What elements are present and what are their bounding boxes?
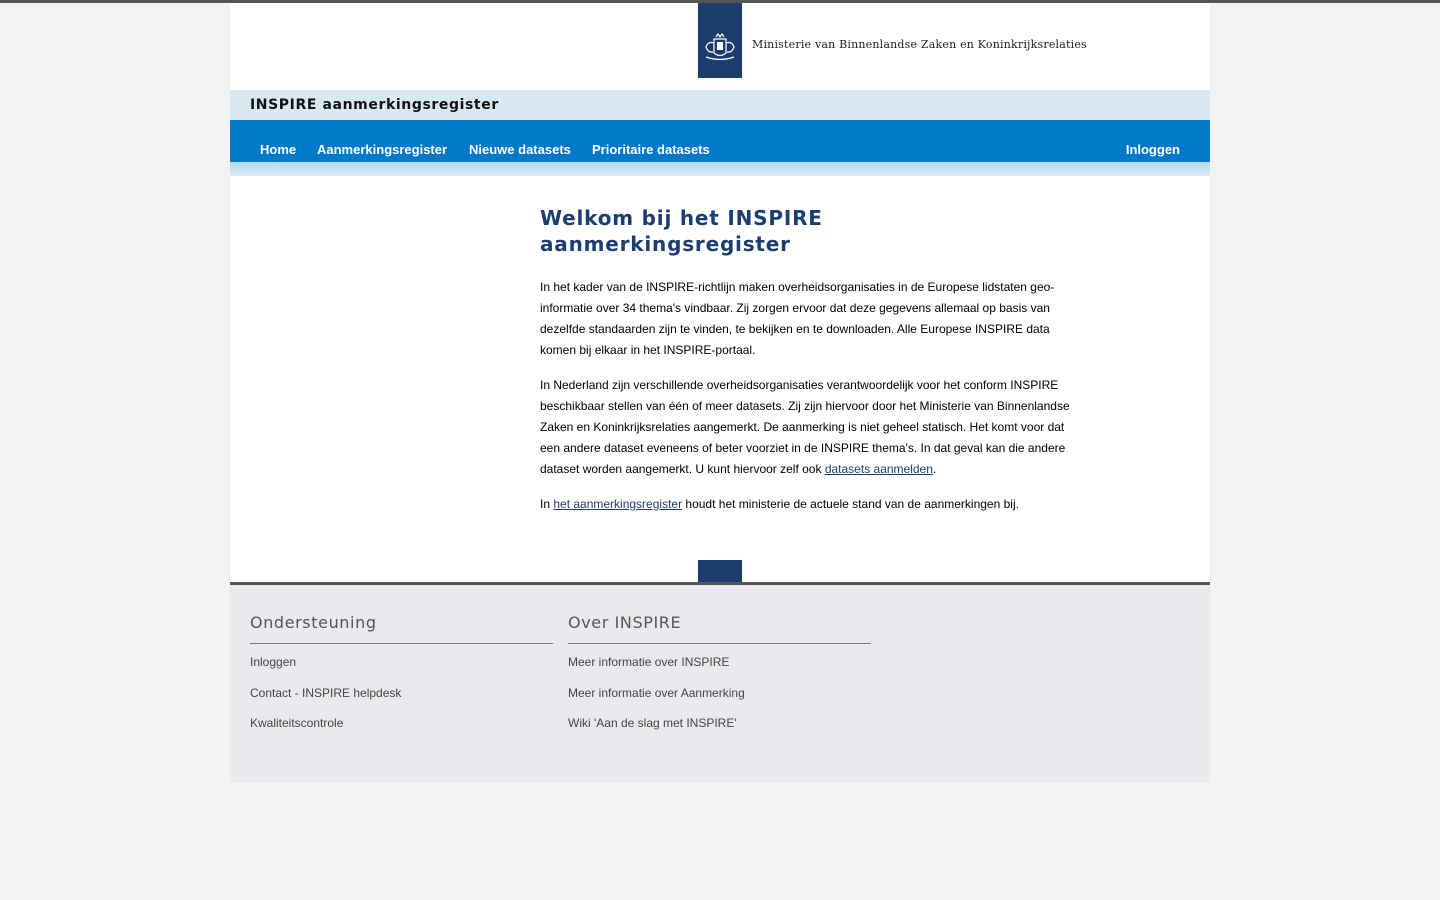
page-heading: Welkom bij het INSPIRE aanmerkingsregist… — [540, 206, 823, 256]
netherlands-text: In Nederland zijn verschillende overheid… — [540, 378, 1070, 476]
nav-login[interactable]: Inloggen — [1126, 142, 1180, 157]
footer-link-inspire-info[interactable]: Meer informatie over INSPIRE — [568, 647, 871, 678]
coat-of-arms-icon — [705, 32, 735, 61]
header: Ministerie van Binnenlandse Zaken en Kon… — [230, 3, 1210, 90]
main-content: Welkom bij het INSPIRE aanmerkingsregist… — [230, 176, 1210, 582]
footer-link-helpdesk[interactable]: Contact - INSPIRE helpdesk — [250, 678, 553, 709]
footer-support-links: Inloggen Contact - INSPIRE helpdesk Kwal… — [250, 647, 553, 739]
ministry-name: Ministerie van Binnenlandse Zaken en Kon… — [752, 38, 1087, 51]
footer-link-wiki[interactable]: Wiki 'Aan de slag met INSPIRE' — [568, 708, 871, 739]
footer-link-quality[interactable]: Kwaliteitscontrole — [250, 708, 553, 739]
nav-home[interactable]: Home — [260, 142, 296, 157]
footer-tab — [698, 560, 742, 582]
app-title-bar: INSPIRE aanmerkingsregister — [230, 90, 1210, 120]
footer-about-title: Over INSPIRE — [568, 613, 871, 644]
register-paragraph: In het aanmerkingsregister houdt het min… — [540, 494, 1080, 515]
app-title[interactable]: INSPIRE aanmerkingsregister — [250, 97, 499, 113]
register-text-start: In — [540, 497, 554, 511]
footer-support: Ondersteuning Inloggen Contact - INSPIRE… — [250, 613, 553, 739]
content-area: Welkom bij het INSPIRE aanmerkingsregist… — [540, 205, 1080, 529]
nav-aanmerkingsregister[interactable]: Aanmerkingsregister — [317, 142, 447, 157]
footer-about: Over INSPIRE Meer informatie over INSPIR… — [568, 613, 871, 739]
nav-prioritaire-datasets[interactable]: Prioritaire datasets — [592, 142, 710, 157]
footer-support-title: Ondersteuning — [250, 613, 553, 644]
footer-link-aanmerking-info[interactable]: Meer informatie over Aanmerking — [568, 678, 871, 709]
footer-about-links: Meer informatie over INSPIRE Meer inform… — [568, 647, 871, 739]
page: Ministerie van Binnenlandse Zaken en Kon… — [230, 3, 1210, 783]
nav-subbar — [230, 162, 1210, 176]
intro-paragraph: In het kader van de INSPIRE-richtlijn ma… — [540, 280, 1055, 357]
datasets-aanmelden-link[interactable]: datasets aanmelden — [825, 462, 933, 476]
main-nav: Home Aanmerkingsregister Nieuwe datasets… — [230, 120, 1210, 162]
nav-nieuwe-datasets[interactable]: Nieuwe datasets — [469, 142, 571, 157]
netherlands-paragraph: In Nederland zijn verschillende overheid… — [540, 375, 1080, 480]
footer: Ondersteuning Inloggen Contact - INSPIRE… — [230, 585, 1210, 783]
aanmerkingsregister-link[interactable]: het aanmerkingsregister — [553, 497, 682, 511]
footer-link-login[interactable]: Inloggen — [250, 647, 553, 678]
rijksoverheid-logo[interactable] — [698, 3, 742, 78]
period: . — [932, 462, 937, 476]
register-text-end: houdt het ministerie de actuele stand va… — [682, 497, 1019, 511]
